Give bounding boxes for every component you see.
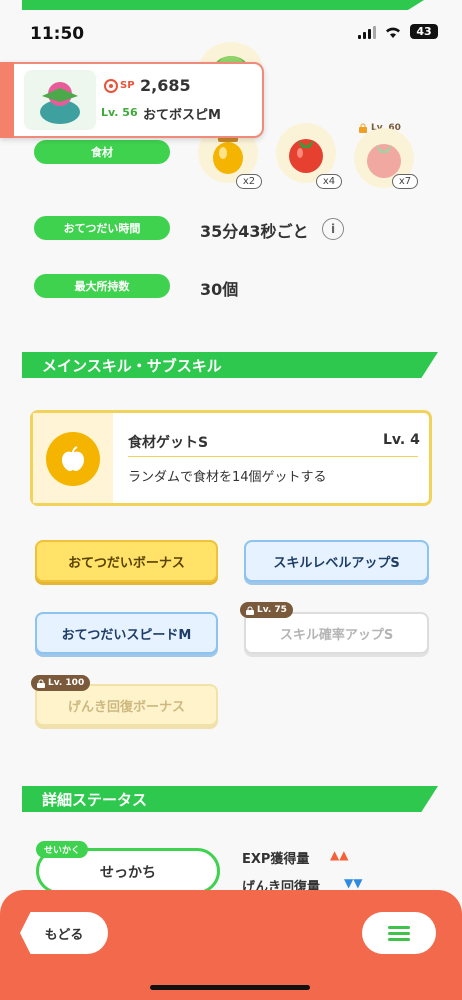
main-skill-divider	[128, 456, 418, 457]
sub-skill-skill-level-up-s[interactable]: スキルレベルアップS	[244, 540, 429, 582]
battery-icon: 43	[410, 24, 438, 39]
sp-value: 2,685	[140, 76, 191, 95]
help-time-value: 35分43秒ごと	[200, 222, 309, 241]
main-skill-description: ランダムで食材を14個ゲットする	[128, 470, 327, 485]
apple-icon	[62, 446, 84, 471]
nature-name: せっかち	[100, 865, 156, 881]
help-time-label: おてつだい時間	[34, 216, 170, 240]
sp-label: SP	[120, 80, 135, 91]
ingredients-label: 食材	[34, 140, 170, 164]
main-skill-icon	[46, 432, 100, 486]
pokemon-sprite	[24, 70, 96, 130]
menu-button[interactable]	[362, 912, 436, 954]
pokemon-name: おてボスピM	[143, 108, 221, 123]
ingredient-tomato-locked-qty: x7	[392, 174, 418, 189]
lock-icon	[37, 679, 45, 688]
lock-icon	[246, 606, 254, 615]
sub-skill-lock-badge-100: Lv. 100	[31, 675, 91, 691]
section-header-top-remnant	[22, 0, 424, 10]
status-time: 11:50	[30, 24, 85, 44]
info-icon[interactable]: i	[322, 218, 344, 240]
max-carry-value: 30個	[200, 280, 239, 299]
section-header-skills: メインスキル・サブスキル	[22, 352, 438, 378]
sp-icon	[104, 78, 118, 97]
stat-exp-label: EXP獲得量	[242, 852, 310, 867]
status-icons: 43	[358, 24, 438, 39]
main-skill-level: Lv. 4	[383, 432, 420, 448]
pokemon-card-edge	[0, 62, 14, 138]
sub-skill-skill-trigger-s[interactable]: スキル確率アップS	[244, 612, 429, 654]
signal-icon	[358, 25, 376, 39]
back-button[interactable]: もどる	[20, 912, 108, 954]
sub-skill-lock-level-75: Lv. 75	[257, 605, 287, 615]
ingredient-tomato-qty: x4	[316, 174, 342, 189]
menu-icon	[388, 926, 410, 941]
stat-energy-marks: ▼▼	[344, 876, 363, 890]
max-carry-label: 最大所持数	[34, 274, 170, 298]
section-header-details: 詳細ステータス	[22, 786, 438, 812]
home-indicator	[150, 985, 310, 990]
wifi-icon	[386, 27, 400, 38]
venusaur-icon	[40, 82, 80, 124]
stat-exp-marks: ▲▲	[330, 848, 349, 862]
main-skill-name: 食材ゲットS	[128, 435, 209, 451]
sub-skill-helping-bonus[interactable]: おてつだいボーナス	[35, 540, 218, 582]
nature-tag: せいかく	[36, 841, 89, 858]
sub-skill-lock-badge-75: Lv. 75	[240, 602, 293, 618]
sub-skill-helping-speed-m[interactable]: おてつだいスピードM	[35, 612, 218, 654]
ingredient-honey-qty: x2	[236, 174, 262, 189]
sub-skill-lock-level-100: Lv. 100	[48, 678, 85, 688]
pokemon-level: Lv. 56	[101, 106, 138, 119]
